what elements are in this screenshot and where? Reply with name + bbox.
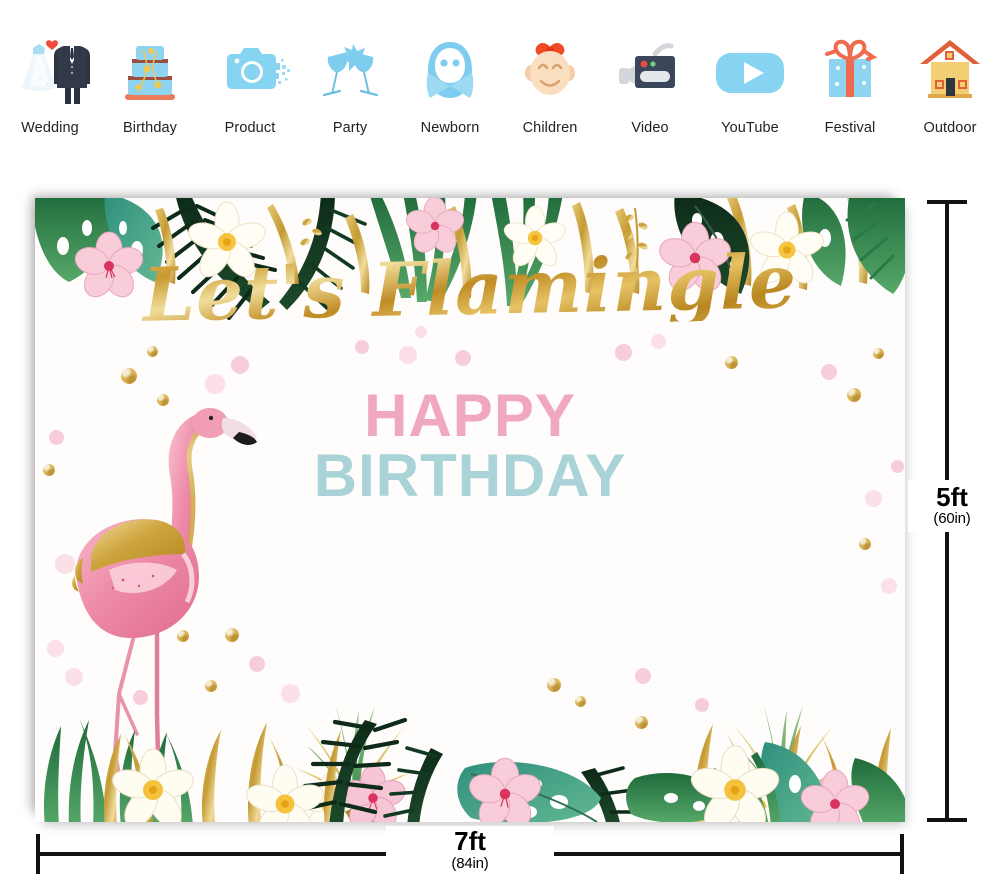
pineapple-right-illustration — [723, 704, 841, 822]
backdrop-canvas: Let's Flamingle HAPPY BIRTHDAY — [35, 198, 905, 822]
category-item-festival[interactable]: Festival — [800, 0, 900, 170]
height-feet-value: 5ft — [936, 482, 968, 512]
confetti-dot — [695, 698, 709, 712]
width-feet-value: 7ft — [454, 826, 486, 856]
category-label: Outdoor — [923, 120, 977, 136]
pineapple-left-illustration — [295, 704, 413, 822]
dimension-cap-right — [900, 834, 904, 874]
confetti-dot — [635, 716, 648, 729]
confetti-dot — [147, 346, 158, 357]
confetti-dot — [881, 578, 897, 594]
category-label: Video — [631, 120, 669, 136]
house-icon — [907, 26, 993, 106]
confetti-dot — [455, 350, 471, 366]
category-label: Newborn — [420, 120, 480, 136]
confetti-dot — [859, 538, 871, 550]
confetti-dot — [651, 334, 666, 349]
category-item-newborn[interactable]: Newborn — [400, 0, 500, 170]
category-label: Party — [332, 120, 368, 136]
confetti-dot — [547, 678, 561, 692]
category-label: Children — [522, 120, 578, 136]
category-label: Festival — [824, 120, 876, 136]
category-item-birthday[interactable]: Birthday — [100, 0, 200, 170]
width-inches-value: (84in) — [451, 855, 489, 873]
confetti-dot — [575, 696, 586, 707]
dimension-cap-left — [36, 834, 40, 874]
confetti-dot — [725, 356, 738, 369]
category-item-youtube[interactable]: YouTube — [700, 0, 800, 170]
width-dimension-label: 7ft (84in) — [386, 826, 554, 875]
confetti-dot — [635, 668, 651, 684]
category-item-wedding[interactable]: Wedding — [0, 0, 100, 170]
champagne-glasses-icon — [307, 26, 393, 106]
birthday-cake-icon — [107, 26, 193, 106]
category-label: Birthday — [123, 120, 177, 136]
product-listing-image: Wedding Birthday Product Party Newborn C… — [0, 0, 1000, 892]
dimension-cap-top — [927, 200, 967, 204]
confetti-dot — [231, 356, 249, 374]
category-item-product[interactable]: Product — [200, 0, 300, 170]
category-label: Product — [224, 120, 276, 136]
category-label: Wedding — [21, 120, 79, 136]
category-item-children[interactable]: Children — [500, 0, 600, 170]
confetti-dot — [821, 364, 837, 380]
height-inches-value: (60in) — [933, 510, 971, 528]
backdrop-product-photo: Let's Flamingle HAPPY BIRTHDAY — [35, 198, 905, 822]
child-face-icon — [507, 26, 593, 106]
wedding-dress-suit-icon — [7, 26, 93, 106]
category-item-outdoor[interactable]: Outdoor — [900, 0, 1000, 170]
height-dimension-label: 5ft (60in) — [908, 480, 996, 532]
swaddled-baby-icon — [407, 26, 493, 106]
video-camera-icon — [607, 26, 693, 106]
dimension-cap-bottom — [927, 818, 967, 822]
confetti-dot — [121, 368, 137, 384]
camera-icon — [207, 26, 293, 106]
youtube-play-icon — [707, 26, 793, 106]
confetti-dot — [873, 348, 884, 359]
gift-box-icon — [807, 26, 893, 106]
category-icon-bar: Wedding Birthday Product Party Newborn C… — [0, 0, 1000, 170]
backdrop-happy-text: HAPPY — [364, 382, 576, 449]
backdrop-script-headline: Let's Flamingle — [35, 239, 905, 339]
category-item-party[interactable]: Party — [300, 0, 400, 170]
backdrop-birthday-text: BIRTHDAY — [313, 442, 627, 509]
category-label: YouTube — [721, 120, 779, 136]
confetti-dot — [615, 344, 632, 361]
confetti-dot — [355, 340, 369, 354]
confetti-dot — [399, 346, 417, 364]
category-item-video[interactable]: Video — [600, 0, 700, 170]
